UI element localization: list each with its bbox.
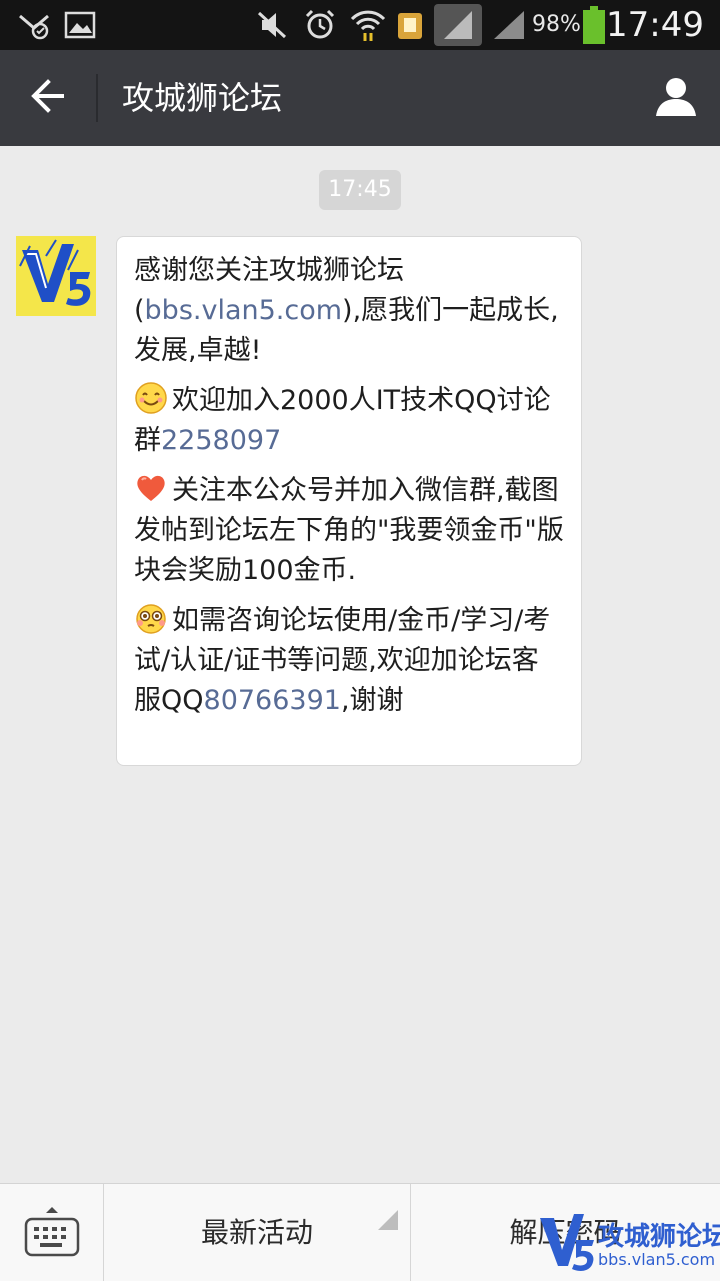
- clock: 17:49: [606, 5, 704, 45]
- person-icon: [654, 74, 698, 122]
- wifi-icon: [346, 0, 390, 50]
- heart-emoji-icon: [134, 471, 168, 505]
- message-text: 关注本公众号并加入微信群,截图发帖到论坛左下角的"我要领金币"版块会奖励100金…: [134, 475, 564, 586]
- mute-icon: [254, 0, 290, 50]
- v5-watermark-logo-icon: [540, 1214, 594, 1271]
- profile-button[interactable]: [646, 68, 706, 128]
- v5-logo-icon: [16, 236, 96, 316]
- arrow-left-icon: [28, 78, 68, 118]
- message-paragraph: 感谢您关注攻城狮论坛(bbs.vlan5.com),愿我们一起成长,发展,卓越!: [134, 251, 565, 371]
- forum-link[interactable]: bbs.vlan5.com: [145, 295, 343, 326]
- message-text: ,谢谢: [340, 685, 404, 716]
- qq-group-link[interactable]: 2258097: [161, 425, 281, 456]
- message-paragraph: 如需咨询论坛使用/金币/学习/考试/认证/证书等问题,欢迎加论坛客服QQ8076…: [134, 601, 565, 721]
- app-icon: [392, 0, 428, 50]
- menu-latest-activities[interactable]: 最新活动: [104, 1184, 411, 1281]
- battery-percent: 98%: [532, 12, 581, 37]
- qq-service-link[interactable]: 80766391: [204, 685, 341, 716]
- gallery-icon: [60, 0, 100, 50]
- title-divider: [96, 74, 98, 122]
- watermark-url: bbs.vlan5.com: [598, 1250, 716, 1269]
- missed-call-icon: [14, 0, 54, 50]
- watermark-title: 攻城狮论坛: [598, 1222, 720, 1252]
- page-title: 攻城狮论坛: [122, 79, 283, 117]
- battery-icon: [580, 0, 608, 50]
- keyboard-icon: [24, 1206, 79, 1256]
- signal-icon: [434, 4, 482, 46]
- alarm-icon: [300, 0, 340, 50]
- title-bar: 攻城狮论坛: [0, 50, 720, 146]
- submenu-indicator-icon: [378, 1172, 398, 1269]
- message-paragraph: 欢迎加入2000人IT技术QQ讨论群2258097: [134, 381, 565, 461]
- message-bubble[interactable]: 感谢您关注攻城狮论坛(bbs.vlan5.com),愿我们一起成长,发展,卓越!…: [116, 236, 582, 766]
- back-button[interactable]: [14, 68, 82, 128]
- watermark: 攻城狮论坛 bbs.vlan5.com: [538, 1210, 720, 1280]
- status-bar: 98% 17:49: [0, 0, 720, 50]
- message-paragraph: 关注本公众号并加入微信群,截图发帖到论坛左下角的"我要领金币"版块会奖励100金…: [134, 471, 565, 591]
- avatar[interactable]: [16, 236, 96, 316]
- signal-icon-2: [490, 0, 528, 50]
- smile-emoji-icon: [134, 381, 168, 415]
- menu-label: 最新活动: [200, 1216, 313, 1249]
- blush-emoji-icon: [134, 601, 168, 635]
- keyboard-toggle-button[interactable]: [0, 1184, 104, 1281]
- message-timestamp: 17:45: [319, 170, 401, 210]
